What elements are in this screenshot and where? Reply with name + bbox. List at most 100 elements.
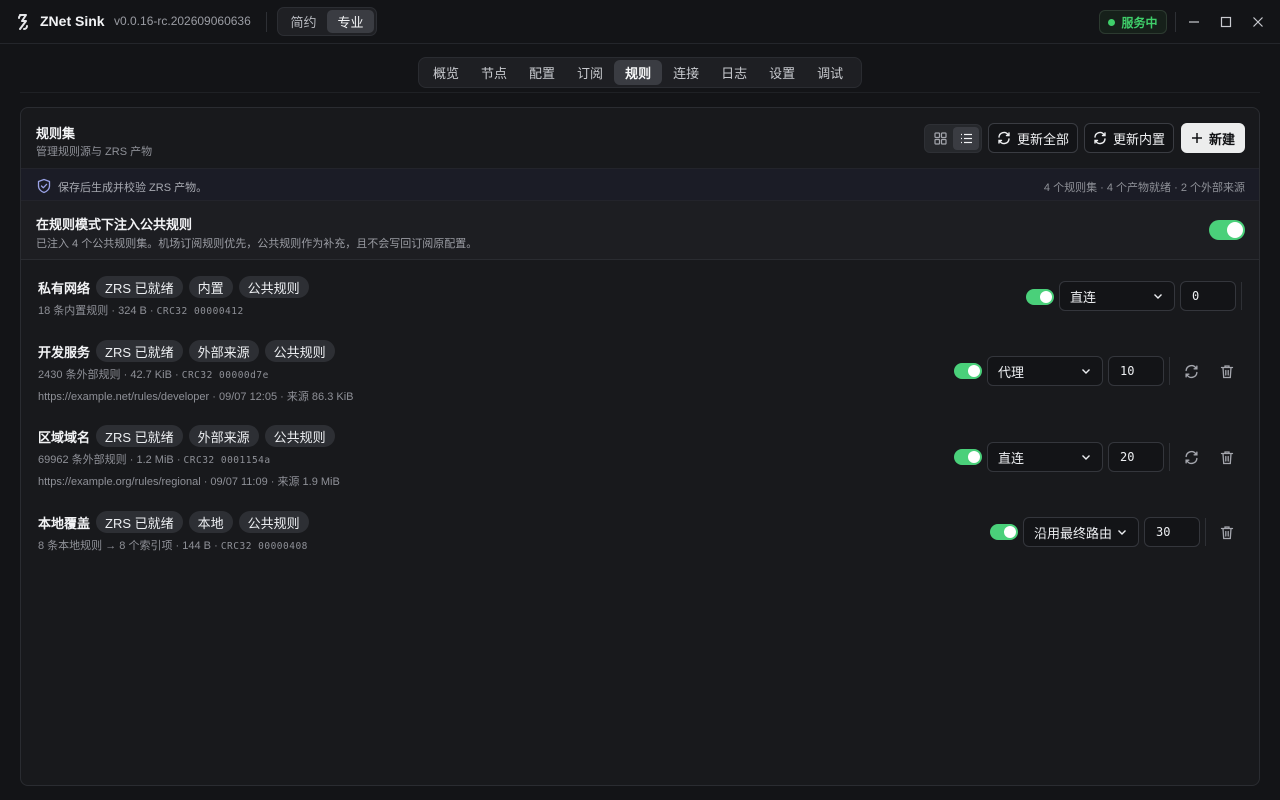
close-icon bbox=[1253, 17, 1263, 27]
inject-public-rules-section: 在规则模式下注入公共规则 已注入 4 个公共规则集。机场订阅规则优先，公共规则作… bbox=[21, 201, 1259, 260]
rule-count: 2430 条外部规则 bbox=[38, 369, 121, 381]
list-view-button[interactable] bbox=[953, 127, 979, 150]
update-builtin-button[interactable]: 更新内置 bbox=[1084, 123, 1174, 153]
rule-enable-toggle[interactable] bbox=[1026, 289, 1054, 305]
new-ruleset-label: 新建 bbox=[1208, 131, 1235, 147]
page-subtitle: 管理规则源与 ZRS 产物 bbox=[36, 146, 153, 158]
titlebar-divider bbox=[266, 12, 267, 32]
chevron-down-icon bbox=[1118, 530, 1126, 535]
inject-title: 在规则模式下注入公共规则 bbox=[36, 217, 193, 232]
rule-source: https://example.org/rules/regional · 09/… bbox=[38, 476, 340, 488]
view-toggle bbox=[924, 124, 982, 153]
nav-divider bbox=[20, 92, 1260, 93]
rule-crc: CRC32 00000412 bbox=[156, 306, 244, 317]
rule-count: 8 条本地规则 → 8 个索引项 bbox=[38, 540, 173, 552]
policy-value: 直连 bbox=[998, 450, 1025, 466]
rule-size: 144 B bbox=[182, 540, 212, 552]
refresh-rule-button[interactable] bbox=[1180, 446, 1202, 468]
policy-select[interactable]: 直连 bbox=[987, 442, 1103, 472]
tab-overview[interactable]: 概览 bbox=[422, 60, 470, 85]
main-nav: 概览 节点 配置 订阅 规则 连接 日志 设置 调试 bbox=[418, 57, 862, 88]
chevron-down-icon bbox=[1082, 369, 1090, 374]
page-title: 规则集 bbox=[36, 126, 76, 141]
chevron-down-icon bbox=[1082, 455, 1090, 460]
title-bar: ZNet Sink v0.0.16-rc.202609060636 简约 专业 … bbox=[0, 0, 1280, 44]
maximize-icon bbox=[1220, 16, 1232, 28]
rule-crc: CRC32 0001154a bbox=[183, 455, 271, 466]
row-divider bbox=[1205, 518, 1206, 546]
minimize-button[interactable] bbox=[1184, 12, 1204, 32]
refresh-icon bbox=[1184, 364, 1198, 378]
policy-value: 直连 bbox=[1070, 289, 1097, 305]
service-status-badge: 服务中 bbox=[1099, 10, 1167, 34]
rule-enable-toggle[interactable] bbox=[990, 524, 1018, 540]
list-item: 区域域名 ZRS 已就绪 外部来源 公共规则 69962 条外部规则 · 1.2… bbox=[21, 425, 1259, 495]
app-title: ZNet Sink bbox=[40, 13, 105, 29]
maximize-button[interactable] bbox=[1216, 12, 1236, 32]
rule-enable-toggle[interactable] bbox=[954, 449, 982, 465]
grid-view-button[interactable] bbox=[927, 127, 953, 150]
public-badge: 公共规则 bbox=[264, 425, 335, 447]
rule-name: 区域域名 bbox=[38, 429, 91, 445]
tab-nodes[interactable]: 节点 bbox=[470, 60, 518, 85]
tab-settings[interactable]: 设置 bbox=[758, 60, 806, 85]
policy-value: 代理 bbox=[998, 364, 1025, 380]
list-icon bbox=[960, 133, 972, 144]
row-divider bbox=[1169, 357, 1170, 385]
trash-icon bbox=[1220, 364, 1234, 378]
info-bar: 保存后生成并校验 ZRS 产物。 4 个规则集 · 4 个产物就绪 · 2 个外… bbox=[21, 168, 1259, 201]
inject-toggle[interactable] bbox=[1209, 220, 1245, 240]
row-divider bbox=[1241, 282, 1242, 310]
tab-rules[interactable]: 规则 bbox=[614, 60, 663, 85]
source-badge: 外部来源 bbox=[188, 425, 259, 447]
trash-icon bbox=[1220, 525, 1234, 539]
source-badge: 外部来源 bbox=[188, 340, 259, 362]
policy-select[interactable]: 沿用最终路由 bbox=[1023, 517, 1139, 547]
tab-logs[interactable]: 日志 bbox=[710, 60, 758, 85]
mode-switch: 简约 专业 bbox=[277, 7, 377, 36]
new-ruleset-button[interactable]: 新建 bbox=[1181, 123, 1245, 153]
mode-pro-button[interactable]: 专业 bbox=[327, 10, 374, 33]
update-all-button[interactable]: 更新全部 bbox=[988, 123, 1078, 153]
public-badge: 公共规则 bbox=[264, 340, 335, 362]
list-item: 开发服务 ZRS 已就绪 外部来源 公共规则 2430 条外部规则 · 42.7… bbox=[21, 340, 1259, 410]
rule-source: https://example.net/rules/developer · 09… bbox=[38, 391, 354, 403]
shield-check-icon bbox=[37, 178, 51, 194]
policy-select[interactable]: 直连 bbox=[1059, 281, 1175, 311]
rule-size: 42.7 KiB bbox=[130, 369, 172, 381]
delete-rule-button[interactable] bbox=[1216, 446, 1238, 468]
delete-rule-button[interactable] bbox=[1216, 360, 1238, 382]
ruleset-card: 规则集 管理规则源与 ZRS 产物 更新全部 更新内置 新建 保存后生成并校验 … bbox=[20, 107, 1260, 786]
priority-input[interactable]: 10 bbox=[1108, 356, 1164, 386]
rule-enable-toggle[interactable] bbox=[954, 363, 982, 379]
tab-connections[interactable]: 连接 bbox=[662, 60, 710, 85]
service-status-text: 服务中 bbox=[1121, 15, 1158, 30]
tab-debug[interactable]: 调试 bbox=[806, 60, 854, 85]
source-badge: 本地 bbox=[188, 511, 233, 533]
grid-icon bbox=[933, 132, 947, 145]
rule-name: 开发服务 bbox=[38, 344, 91, 360]
app-logo-icon bbox=[18, 14, 28, 30]
rule-meta: 2430 条外部规则 · 42.7 KiB · CRC32 00000d7e bbox=[38, 369, 269, 381]
priority-input[interactable]: 20 bbox=[1108, 442, 1164, 472]
titlebar-divider bbox=[1175, 12, 1176, 32]
public-badge: 公共规则 bbox=[238, 511, 309, 533]
minimize-icon bbox=[1189, 21, 1199, 23]
mode-simple-button[interactable]: 简约 bbox=[280, 10, 327, 33]
delete-rule-button[interactable] bbox=[1216, 521, 1238, 543]
tab-subscriptions[interactable]: 订阅 bbox=[566, 60, 614, 85]
refresh-rule-button[interactable] bbox=[1180, 360, 1202, 382]
priority-input[interactable]: 30 bbox=[1144, 517, 1200, 547]
plus-icon bbox=[1191, 133, 1202, 143]
row-divider bbox=[1169, 443, 1170, 471]
priority-input[interactable]: 0 bbox=[1180, 281, 1236, 311]
policy-select[interactable]: 代理 bbox=[987, 356, 1103, 386]
tab-config[interactable]: 配置 bbox=[518, 60, 566, 85]
list-item: 私有网络 ZRS 已就绪 内置 公共规则 18 条内置规则 · 324 B · … bbox=[21, 276, 1259, 326]
info-stats: 4 个规则集 · 4 个产物就绪 · 2 个外部来源 bbox=[1043, 182, 1245, 194]
close-button[interactable] bbox=[1248, 12, 1268, 32]
status-dot-icon bbox=[1108, 18, 1116, 26]
rule-meta: 8 条本地规则 → 8 个索引项 · 144 B · CRC32 0000040… bbox=[38, 540, 308, 552]
chevron-down-icon bbox=[1154, 294, 1162, 299]
app-version: v0.0.16-rc.202609060636 bbox=[114, 14, 251, 28]
